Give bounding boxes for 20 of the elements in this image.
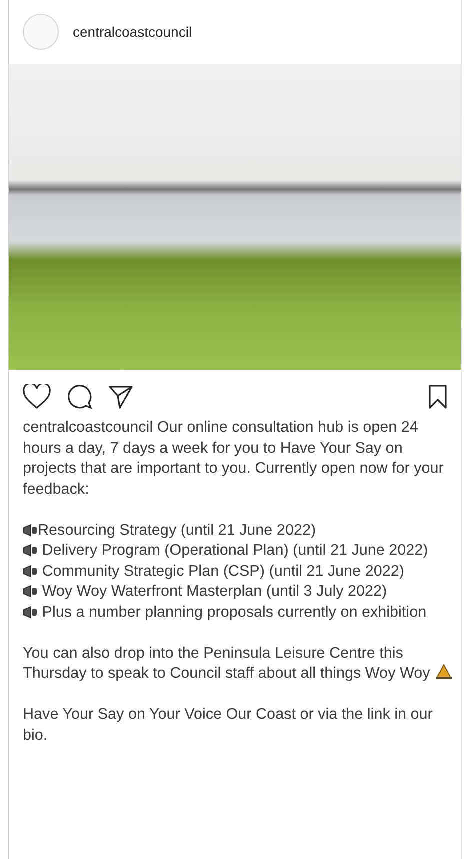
username[interactable]: centralcoastcouncil xyxy=(73,24,192,40)
project-item: Plus a number planning proposals currently on exhibition xyxy=(23,602,459,623)
project-item: Community Strategic Plan (CSP) (until 21 June 2022) xyxy=(23,562,459,582)
bookmark-icon[interactable] xyxy=(429,385,447,409)
project-item: Resourcing Strategy (until 21 June 2022) xyxy=(23,520,459,541)
caption-text: centralcoastcouncil Our online consultation hub is open 24 hours a day, 7 days a week for you to Have Your Say on projects that are important to you. Currently open now for your feedback: xyxy=(23,418,445,500)
cone-icon xyxy=(434,664,453,680)
username-link[interactable]: centralcoastcouncil xyxy=(23,419,154,436)
caption-paragraph: Have Your Say on Your Voice Our Coast or via the link in our bio. xyxy=(23,705,434,746)
megaphone-icon xyxy=(23,585,38,598)
megaphone-icon xyxy=(23,606,38,618)
megaphone-icon xyxy=(23,524,38,536)
comment-icon[interactable] xyxy=(67,384,93,410)
megaphone-icon xyxy=(23,544,38,557)
project-item: Delivery Program (Operational Plan) (until 21 June 2022) xyxy=(23,541,459,562)
send-icon[interactable] xyxy=(109,385,133,409)
caption-paragraph: You can also drop into the Peninsula Leisure Centre this Thursday to speak to Council staff about all things Woy Woy xyxy=(23,644,459,684)
heart-icon[interactable] xyxy=(23,384,51,410)
project-item: Woy Woy Waterfront Masterplan (until 3 July 2022) xyxy=(23,582,459,602)
megaphone-icon xyxy=(23,564,38,578)
